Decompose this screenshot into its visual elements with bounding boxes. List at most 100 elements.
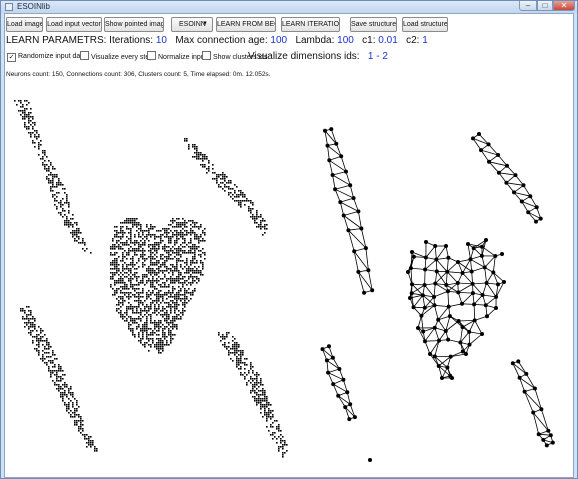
input-sample-point [146, 226, 148, 228]
input-sample-point [48, 180, 50, 182]
neuron-node [467, 342, 472, 347]
input-sample-point [112, 246, 114, 248]
input-sample-point [80, 232, 82, 234]
input-sample-point [152, 290, 154, 292]
input-sample-point [180, 264, 182, 266]
input-sample-point [50, 164, 52, 166]
input-sample-point [176, 306, 178, 308]
input-sample-point [130, 270, 132, 272]
input-sample-point [134, 254, 136, 256]
input-sample-point [138, 266, 140, 268]
input-sample-point [194, 276, 196, 278]
input-sample-point [264, 398, 266, 400]
input-sample-point [114, 292, 116, 294]
input-sample-point [142, 330, 144, 332]
show-pointed-image-button[interactable]: Show pointed image [104, 17, 164, 32]
input-sample-point [68, 220, 70, 222]
input-sample-point [162, 294, 164, 296]
input-sample-point [194, 224, 196, 226]
input-sample-point [26, 324, 28, 326]
title-bar[interactable]: ESOINlib – □ ✕ [1, 1, 577, 13]
input-sample-point [120, 312, 122, 314]
input-sample-point [182, 246, 184, 248]
load-image-button[interactable]: Load image [6, 17, 43, 32]
network-edges [322, 128, 554, 446]
input-sample-point [64, 222, 66, 224]
input-sample-point [136, 240, 138, 242]
input-sample-point [200, 260, 202, 262]
input-sample-point [126, 252, 128, 254]
input-sample-point [268, 402, 270, 404]
input-sample-point [122, 232, 124, 234]
save-structure-button[interactable]: Save structure [350, 17, 397, 32]
input-sample-point [78, 428, 80, 430]
input-sample-point [86, 434, 88, 436]
input-sample-point [178, 238, 180, 240]
input-sample-point [72, 236, 74, 238]
neuron-node [468, 257, 473, 262]
learn-iterations-button[interactable]: LEARN ITERATIONS [281, 17, 340, 32]
iterations-value[interactable]: 10 [156, 35, 167, 46]
algorithm-select[interactable]: ESOINN ▼ [171, 17, 213, 32]
input-sample-point [178, 254, 180, 256]
c1-value[interactable]: 0.01 [378, 35, 397, 46]
input-sample-point [252, 366, 254, 368]
input-sample-point [44, 154, 46, 156]
input-sample-point [160, 314, 162, 316]
learn-from-begin-button[interactable]: LEARN FROM BEGIN [216, 17, 276, 32]
max-age-value[interactable]: 100 [270, 35, 287, 46]
maximize-button[interactable]: □ [537, 1, 553, 11]
input-sample-point [150, 228, 152, 230]
input-sample-point [146, 224, 148, 226]
input-sample-point [88, 436, 90, 438]
input-sample-point [276, 426, 278, 428]
input-sample-point [158, 338, 160, 340]
input-sample-point [188, 266, 190, 268]
input-sample-point [122, 274, 124, 276]
input-sample-point [196, 248, 198, 250]
input-sample-point [184, 140, 186, 142]
input-sample-point [158, 304, 160, 306]
input-sample-point [122, 304, 124, 306]
input-sample-point [172, 278, 174, 280]
input-sample-point [140, 340, 142, 342]
dimension-2-value[interactable]: 2 [382, 51, 388, 62]
input-sample-point [58, 182, 60, 184]
input-sample-point [82, 242, 84, 244]
input-sample-point [122, 266, 124, 268]
input-sample-point [158, 244, 160, 246]
input-sample-point [72, 392, 74, 394]
lambda-value[interactable]: 100 [337, 35, 354, 46]
close-button[interactable]: ✕ [553, 1, 575, 11]
input-sample-point [140, 244, 142, 246]
input-sample-point [132, 242, 134, 244]
input-sample-point [130, 324, 132, 326]
input-sample-point [120, 248, 122, 250]
input-sample-point [136, 250, 138, 252]
input-sample-point [150, 284, 152, 286]
input-sample-point [122, 296, 124, 298]
load-input-vector-button[interactable]: Load input vector [46, 17, 102, 32]
input-sample-point [128, 238, 130, 240]
input-sample-point [278, 424, 280, 426]
input-sample-point [170, 240, 172, 242]
input-sample-point [76, 224, 78, 226]
input-sample-point [116, 262, 118, 264]
visualize-every-step-checkbox[interactable]: Visualize every step [80, 51, 153, 62]
normalize-input-checkbox[interactable]: Normalize input [147, 51, 207, 62]
c2-value[interactable]: 1 [422, 35, 428, 46]
load-structure-button[interactable]: Load structure [402, 17, 448, 32]
minimize-button[interactable]: – [519, 1, 537, 11]
input-sample-point [142, 274, 144, 276]
input-sample-point [162, 258, 164, 260]
neuron-node [333, 187, 338, 192]
randomize-input-checkbox[interactable]: ✓ Randomize input data [7, 51, 86, 62]
input-sample-point [56, 370, 58, 372]
visualization-canvas[interactable] [6, 86, 572, 476]
input-sample-point [76, 232, 78, 234]
input-sample-point [160, 338, 162, 340]
dimension-1-value[interactable]: 1 [368, 51, 374, 62]
input-sample-point [138, 258, 140, 260]
input-sample-point [148, 240, 150, 242]
input-sample-point [156, 278, 158, 280]
